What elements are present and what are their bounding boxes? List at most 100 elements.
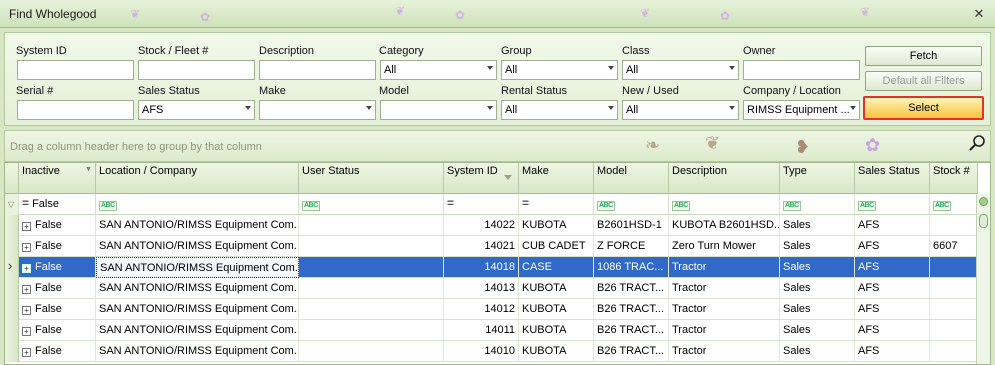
table-row[interactable]: + False SAN ANTONIO/RIMSS Equipment Com...… [5,215,978,236]
expand-row-icon[interactable]: + [22,222,31,231]
cell-user-status[interactable] [299,320,444,341]
cell-location[interactable]: SAN ANTONIO/RIMSS Equipment Com... [96,236,299,257]
cell-type[interactable]: Sales [780,215,855,236]
sales-status-select[interactable]: AFS [138,100,255,120]
row-indicator[interactable] [5,236,19,257]
select-button[interactable]: Select [863,96,984,120]
cell-inactive[interactable]: + False [19,236,96,257]
cell-model[interactable]: B26 TRACT... [594,299,669,320]
cell-location[interactable]: SAN ANTONIO/RIMSS Equipment Com... [96,278,299,299]
description-field[interactable] [259,60,376,80]
default-all-filters-button[interactable]: Default all Filters [865,71,982,91]
cell-type[interactable]: Sales [780,341,855,362]
cell-system-id[interactable]: 14010 [444,341,519,362]
cell-system-id[interactable]: 14012 [444,299,519,320]
column-header-description[interactable]: Description [669,163,780,194]
column-header-make[interactable]: Make [519,163,594,194]
system-id-field[interactable] [17,60,134,80]
table-row[interactable]: + False SAN ANTONIO/RIMSS Equipment Com...… [5,299,978,320]
filter-cell-model[interactable]: ABC [594,194,669,215]
row-indicator[interactable] [5,278,19,299]
serial-field[interactable] [17,100,134,120]
expand-row-icon[interactable]: + [22,285,31,294]
cell-user-status[interactable] [299,215,444,236]
cell-location[interactable]: SAN ANTONIO/RIMSS Equipment Com... [96,299,299,320]
group-select[interactable]: All [501,60,618,80]
row-indicator[interactable] [5,215,19,236]
filter-funnel-icon[interactable]: ▼ [85,166,92,173]
cell-stock[interactable] [930,320,978,341]
fetch-button[interactable]: Fetch [865,46,982,66]
row-indicator[interactable]: › [5,257,19,278]
filter-cell-description[interactable]: ABC [669,194,780,215]
make-select[interactable] [259,100,376,120]
cell-system-id[interactable]: 14011 [444,320,519,341]
cell-inactive[interactable]: + False [19,278,96,299]
class-select[interactable]: All [622,60,739,80]
column-header-user-status[interactable]: User Status [299,163,444,194]
scrollbar-thumb[interactable] [979,214,988,228]
expand-row-icon[interactable]: + [22,264,31,273]
expand-row-icon[interactable]: + [22,306,31,315]
expand-row-icon[interactable]: + [22,327,31,336]
cell-stock[interactable] [930,278,978,299]
cell-inactive[interactable]: + False [19,215,96,236]
cell-model[interactable]: Z FORCE [594,236,669,257]
cell-system-id[interactable]: 14018 [444,257,519,278]
cell-model[interactable]: B2601HSD-1 [594,215,669,236]
model-select[interactable] [380,100,497,120]
cell-description[interactable]: Tractor [669,341,780,362]
cell-model[interactable]: B26 TRACT... [594,341,669,362]
owner-field[interactable] [743,60,860,80]
column-header-system-id[interactable]: System ID [444,163,519,194]
filter-cell-system-id[interactable]: = [444,194,519,215]
column-header-type[interactable]: Type [780,163,855,194]
cell-sales-status[interactable]: AFS [855,278,930,299]
cell-user-status[interactable] [299,236,444,257]
cell-sales-status[interactable]: AFS [855,257,930,278]
cell-inactive[interactable]: + False [19,257,96,278]
cell-stock[interactable] [930,299,978,320]
table-row[interactable]: + False SAN ANTONIO/RIMSS Equipment Com...… [5,320,978,341]
filter-cell-stock[interactable]: ABC [930,194,978,215]
table-row[interactable]: › + False SAN ANTONIO/RIMSS Equipment Com..… [5,257,978,278]
cell-description[interactable]: Zero Turn Mower [669,236,780,257]
cell-make[interactable]: KUBOTA [519,215,594,236]
filter-cell-inactive[interactable]: = False [19,194,96,215]
column-header-stock[interactable]: Stock # [930,163,978,194]
cell-description[interactable]: Tractor [669,299,780,320]
cell-stock[interactable] [930,341,978,362]
cell-sales-status[interactable]: AFS [855,236,930,257]
cell-description[interactable]: KUBOTA B2601HSD... [669,215,780,236]
cell-inactive[interactable]: + False [19,320,96,341]
filter-cell-type[interactable]: ABC [780,194,855,215]
group-by-panel[interactable]: Drag a column header here to group by th… [4,130,991,162]
cell-user-status[interactable] [299,278,444,299]
cell-location[interactable]: SAN ANTONIO/RIMSS Equipment Com... [96,257,299,278]
cell-location[interactable]: SAN ANTONIO/RIMSS Equipment Com... [96,320,299,341]
cell-make[interactable]: KUBOTA [519,320,594,341]
cell-location[interactable]: SAN ANTONIO/RIMSS Equipment Com... [96,215,299,236]
row-indicator[interactable] [5,341,19,362]
cell-sales-status[interactable]: AFS [855,215,930,236]
new-used-select[interactable]: All [622,100,739,120]
cell-description[interactable]: Tractor [669,278,780,299]
column-header-model[interactable]: Model [594,163,669,194]
cell-user-status[interactable] [299,299,444,320]
category-select[interactable]: All [380,60,497,80]
scroll-up-icon[interactable] [979,197,988,206]
cell-model[interactable]: B26 TRACT... [594,278,669,299]
column-header-inactive[interactable]: Inactive ▼ [19,163,96,194]
cell-type[interactable]: Sales [780,257,855,278]
cell-description[interactable]: Tractor [669,257,780,278]
cell-make[interactable]: KUBOTA [519,299,594,320]
row-indicator[interactable] [5,299,19,320]
search-icon[interactable] [968,134,986,152]
cell-make[interactable]: CUB CADET [519,236,594,257]
cell-inactive[interactable]: + False [19,341,96,362]
cell-sales-status[interactable]: AFS [855,299,930,320]
cell-type[interactable]: Sales [780,236,855,257]
cell-user-status[interactable] [299,341,444,362]
filter-cell-make[interactable]: = [519,194,594,215]
cell-inactive[interactable]: + False [19,299,96,320]
